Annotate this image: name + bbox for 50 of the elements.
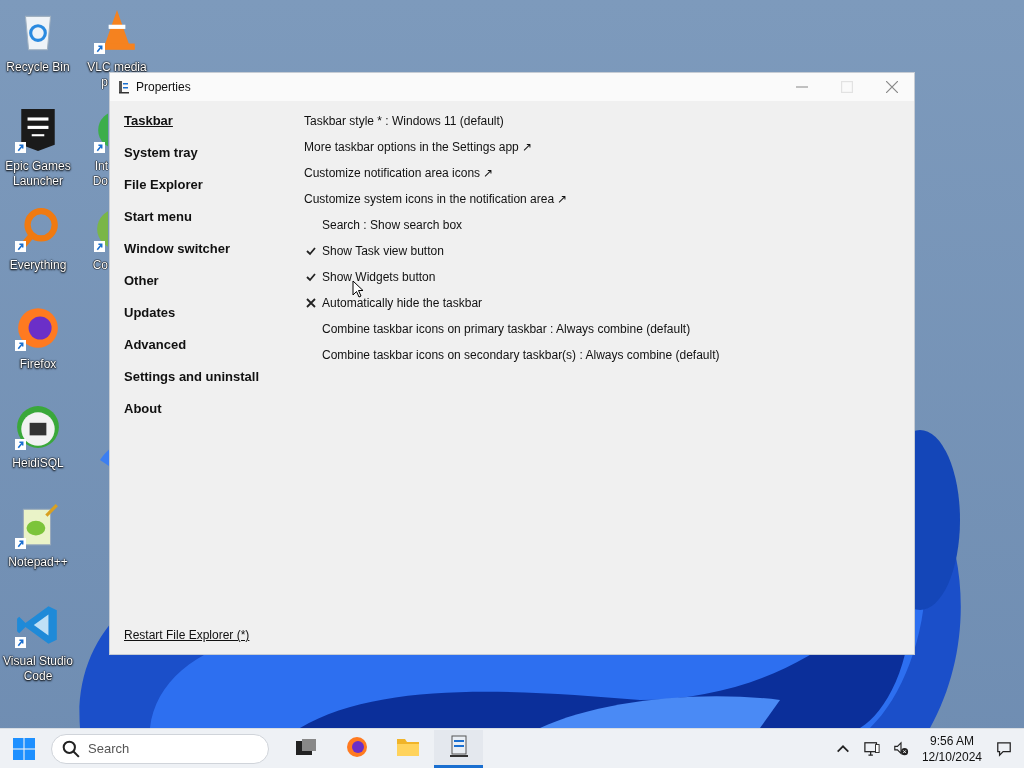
settings-link[interactable]: Customize notification area icons ↗ (304, 166, 494, 180)
muted-speaker-icon[interactable] (892, 740, 909, 757)
sidebar-item[interactable]: Start menu (124, 201, 304, 233)
desktop-icon-label: Firefox (19, 357, 57, 372)
sidebar-item[interactable]: Taskbar (124, 105, 304, 137)
desktop-icon-label: Visual Studio (3, 654, 73, 669)
style-selector[interactable]: Taskbar style * : Windows 11 (default) (304, 114, 504, 128)
sidebar-item[interactable]: File Explorer (124, 169, 304, 201)
database-icon[interactable] (15, 404, 61, 450)
desktop-icon-label: Int (93, 159, 108, 174)
desktop-icon-label: VLC media (87, 60, 147, 75)
browser-icon[interactable] (15, 305, 61, 351)
search-icon (62, 739, 80, 758)
desktop-icon-label: HeidiSQL (12, 456, 64, 471)
sidebar-item[interactable]: Settings and uninstall (124, 361, 304, 393)
close-icon (885, 81, 898, 93)
desktop-icon-label: Recycle Bin (6, 60, 70, 75)
desktop-icon-label: Everything (9, 258, 67, 273)
option-item[interactable]: Show Task view button (322, 244, 444, 258)
sidebar-item[interactable]: System tray (124, 137, 304, 169)
notification-icon[interactable] (996, 740, 1012, 757)
sidebar-item[interactable]: Other (124, 265, 304, 297)
sidebar-item[interactable]: Advanced (124, 329, 304, 361)
desktop-icon-label: Launcher (12, 174, 63, 189)
desktop-icon-label: Notepad++ (8, 555, 68, 570)
network-icon[interactable] (863, 740, 880, 757)
restart-link[interactable]: Restart File Explorer (*) (124, 628, 304, 642)
desktop-icon-label: p (100, 75, 108, 90)
maximize-icon (840, 81, 853, 93)
clock-time[interactable]: 9:56 AM (929, 732, 974, 749)
option-item[interactable]: Automatically hide the taskbar (322, 296, 483, 310)
start-icon[interactable] (13, 737, 35, 760)
sidebar-item[interactable]: About (124, 393, 304, 425)
desktop-icon-label: Code (23, 669, 53, 684)
option-item[interactable]: Show Widgets button (322, 270, 436, 284)
clock-date[interactable]: 12/10/2024 (921, 748, 982, 765)
option-item[interactable]: Combine taskbar icons on secondary taskbar(s) : Always combine (default) (322, 348, 720, 362)
sidebar-item[interactable]: Window switcher (124, 233, 304, 265)
settings-link[interactable]: More taskbar options in the Settings app ↗ (304, 140, 533, 154)
desktop-icon-label: Epic Games (5, 159, 71, 174)
window-title: Properties (136, 80, 191, 94)
search-field[interactable]: Search (51, 733, 269, 764)
desktop-icon-label: Do (91, 174, 108, 189)
window-icon (118, 80, 130, 94)
desktop-icon-label: Co (91, 258, 108, 273)
sidebar-item[interactable]: Updates (124, 297, 304, 329)
option-item[interactable]: Combine taskbar icons on primary taskbar : Always combine (default) (322, 322, 691, 336)
browser-icon (344, 735, 369, 759)
option-item[interactable]: Search : Show search box (322, 218, 463, 232)
settings-link[interactable]: Customize system icons in the notification area ↗ (304, 192, 568, 206)
